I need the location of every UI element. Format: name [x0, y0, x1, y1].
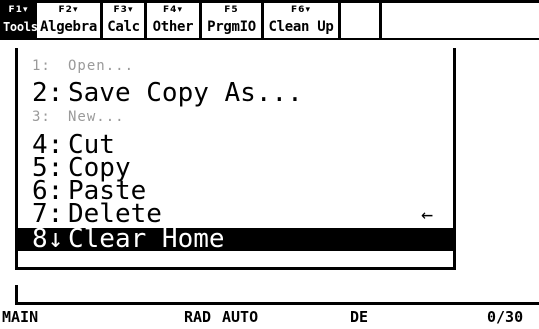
menu-item-label: Save Copy As... [68, 78, 303, 108]
menu-item-number: 8↓ [32, 224, 64, 254]
tab-algebra[interactable]: F2▾ Algebra [37, 3, 103, 38]
status-bar: MAIN RAD AUTO DE 0/30 [0, 306, 539, 329]
tab-fkey: F5 [224, 5, 239, 15]
tab-calc[interactable]: F3▾ Calc [103, 3, 147, 38]
tab-label: Other [152, 19, 194, 35]
tab-fkey: F6▾ [291, 5, 311, 15]
status-exact-approx: AUTO [222, 308, 259, 326]
tab-tools[interactable]: F1▾ Tools [0, 3, 38, 38]
menu-item-open: 1: Open... [18, 55, 453, 78]
tab-fkey: F1▾ [8, 5, 29, 15]
tab-prgmio[interactable]: F5 PrgmIO [202, 3, 264, 38]
menu-item-save-copy-as[interactable]: 2: Save Copy As... [18, 78, 453, 108]
tab-label: Calc [107, 19, 140, 35]
menu-item-number: 7: [32, 199, 64, 229]
tab-fkey: F3▾ [113, 5, 134, 15]
menu-item-number: 1: [32, 58, 51, 74]
tab-label: PrgmIO [207, 19, 256, 35]
tab-label: Algebra [40, 19, 97, 35]
menu-item-label: Open... [68, 58, 135, 74]
backspace-arrow-icon: ← [420, 202, 433, 226]
tab-fkey: F4▾ [163, 5, 183, 15]
status-history-count: 0/30 [487, 308, 524, 326]
tab-fkey: F2▾ [58, 5, 79, 15]
tab-clean-up[interactable]: F6▾ Clean Up [264, 3, 341, 38]
menu-item-label: New... [68, 109, 125, 125]
tab-label: Tools [3, 20, 38, 34]
menu-item-label: Clear Home [68, 224, 225, 254]
status-graph-mode: DE [350, 308, 369, 326]
entry-line-input[interactable] [15, 285, 539, 305]
menu-item-new: 3: New... [18, 106, 453, 129]
menu-item-clear-home[interactable]: 8↓ Clear Home [18, 224, 453, 254]
status-angle-mode: RAD [184, 308, 212, 326]
menu-item-number: 3: [32, 109, 51, 125]
menu-item-delete[interactable]: 7: Delete ← [18, 199, 453, 229]
toolbar: F1▾ Tools F2▾ Algebra F3▾ Calc F4▾ Other… [0, 0, 539, 40]
tools-menu: 1: Open... 2: Save Copy As... 3: New... 4: C… [15, 48, 456, 270]
tab-other[interactable]: F4▾ Other [147, 3, 202, 38]
menu-item-number: 2: [32, 78, 64, 108]
status-folder: MAIN [2, 308, 39, 326]
tab-label: Clean Up [268, 19, 334, 35]
calculator-screen: F1▾ Tools F2▾ Algebra F3▾ Calc F4▾ Other… [0, 0, 539, 329]
tab-empty [341, 3, 382, 38]
